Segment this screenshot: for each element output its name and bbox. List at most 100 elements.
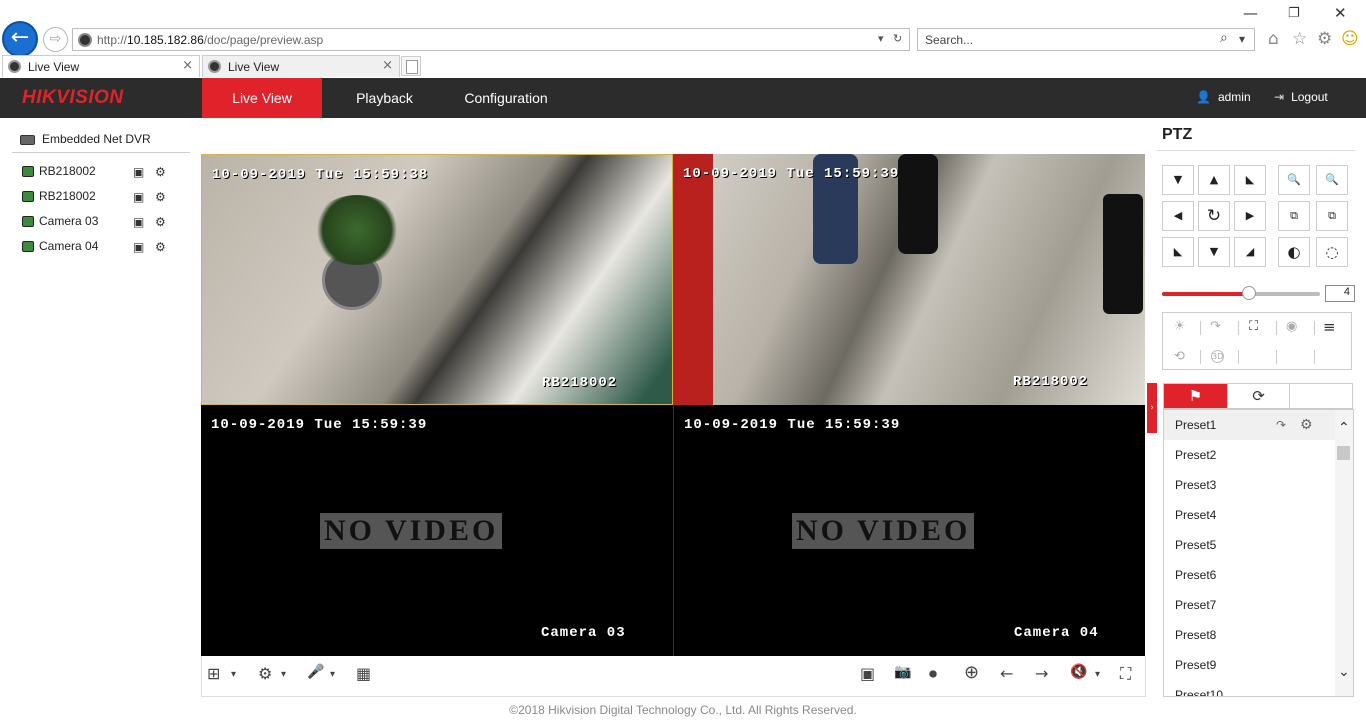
camera-item[interactable]: RB218002 — [22, 189, 96, 203]
back-button[interactable]: ← — [2, 21, 38, 57]
search-dropdown-icon[interactable]: ▾ — [1239, 32, 1245, 46]
mic-dropdown-icon[interactable]: ▾ — [330, 669, 335, 680]
address-bar[interactable]: http://10.185.182.86/doc/page/preview.as… — [72, 28, 910, 51]
audio-mute-icon[interactable]: 🔇 — [1070, 664, 1087, 680]
pattern-tab[interactable] — [1290, 384, 1353, 408]
nav-live-view[interactable]: Live View — [202, 78, 322, 118]
address-dropdown-icon[interactable]: ▾ — [878, 32, 884, 45]
manual-tracking-icon[interactable]: ⟲ — [1174, 349, 1185, 364]
next-page-icon[interactable]: → — [1035, 664, 1048, 683]
preset-item[interactable]: Preset5 — [1164, 530, 1336, 560]
speed-slider-knob[interactable] — [1241, 286, 1256, 300]
ptz-up-button[interactable]: ▲ — [1198, 165, 1230, 195]
window-layout-icon[interactable]: ⊞ — [207, 664, 220, 683]
feedback-smiley-icon[interactable]: ☺ — [1341, 29, 1359, 49]
focus-near-icon[interactable]: ⧉ — [1278, 201, 1310, 231]
preset-item[interactable]: Preset10 — [1164, 680, 1336, 696]
refresh-icon[interactable]: ↻ — [893, 32, 902, 45]
preset-item[interactable]: Preset3 — [1164, 470, 1336, 500]
microphone-icon[interactable]: 🎤 — [307, 664, 324, 680]
tab-close-icon[interactable]: × — [382, 58, 393, 73]
window-close-icon[interactable]: ✕ — [1334, 4, 1347, 22]
preset-item[interactable]: Preset9 — [1164, 650, 1336, 680]
preset-item[interactable]: Preset8 — [1164, 620, 1336, 650]
favorites-star-icon[interactable]: ☆ — [1292, 29, 1307, 49]
auxiliary-focus-icon[interactable]: ⛶ — [1249, 319, 1258, 334]
ptz-left-button[interactable]: ◀ — [1162, 201, 1194, 231]
tab-close-icon[interactable]: × — [182, 58, 193, 73]
minimize-icon[interactable]: — — [1243, 4, 1258, 22]
snapshot-icon[interactable]: 📷 — [894, 664, 911, 680]
camera-item[interactable]: Camera 04 — [22, 239, 98, 253]
ptz-down-button[interactable]: ▼ — [1198, 237, 1230, 267]
scroll-up-icon[interactable]: ⌃ — [1338, 420, 1350, 436]
ptz-right-up-button[interactable]: ◣ — [1234, 165, 1266, 195]
user-menu[interactable]: 👤 admin — [1196, 90, 1251, 104]
nav-configuration[interactable]: Configuration — [452, 78, 560, 118]
light-icon[interactable]: ☀ — [1174, 319, 1186, 334]
audio-dropdown-icon[interactable]: ▾ — [1095, 669, 1100, 680]
capture-icon[interactable]: ▦ — [356, 664, 371, 683]
browser-tab-2[interactable]: Live View × — [202, 55, 400, 77]
patrol-tab[interactable]: ⟳ — [1227, 384, 1290, 408]
zoom-out-icon[interactable]: 🔍 — [1278, 165, 1310, 195]
stream-dropdown-icon[interactable]: ▾ — [281, 669, 286, 680]
call-preset-icon[interactable]: ↷ — [1276, 410, 1286, 440]
collapse-ptz-button[interactable]: › — [1147, 383, 1157, 433]
ptz-icon[interactable]: ⚙ — [155, 215, 166, 229]
browser-tab-1[interactable]: Live View × — [2, 55, 200, 77]
previous-page-icon[interactable]: ← — [1000, 664, 1013, 683]
record-icon[interactable]: ▣ — [133, 190, 144, 204]
layout-dropdown-icon[interactable]: ▾ — [231, 669, 236, 680]
3d-positioning-icon[interactable]: 3D — [1211, 350, 1224, 363]
scroll-down-icon[interactable]: ⌄ — [1338, 664, 1350, 680]
ptz-icon[interactable]: ⚙ — [155, 190, 166, 204]
wiper-icon[interactable]: ↷ — [1210, 319, 1221, 334]
ptz-icon[interactable]: ⚙ — [155, 240, 166, 254]
record-all-icon[interactable]: ⏺ — [929, 664, 937, 684]
ptz-speed-slider[interactable] — [1162, 286, 1320, 300]
ptz-left-down-button[interactable]: ◣ — [1162, 237, 1194, 267]
set-preset-icon[interactable]: ⚙ — [1300, 410, 1313, 440]
preset-item[interactable]: Preset4 — [1164, 500, 1336, 530]
video-tile-3[interactable]: 10-09-2019 Tue 15:59:39 NO VIDEO Camera … — [201, 405, 673, 656]
logout-button[interactable]: ⇥ Logout — [1274, 90, 1328, 104]
more-settings-icon[interactable]: ≡ — [1323, 318, 1336, 336]
iris-close-icon[interactable]: ◌ — [1316, 237, 1348, 267]
search-box[interactable]: Search... ⌕ ▾ — [917, 28, 1255, 51]
record-icon[interactable]: ▣ — [133, 240, 144, 254]
restore-icon[interactable]: ❐ — [1288, 6, 1300, 21]
nav-playback[interactable]: Playback — [342, 78, 427, 118]
video-tile-4[interactable]: 10-09-2019 Tue 15:59:39 NO VIDEO Camera … — [673, 405, 1145, 656]
device-tree-root[interactable]: Embedded Net DVR — [20, 132, 151, 146]
scroll-thumb[interactable] — [1337, 446, 1350, 460]
ptz-icon[interactable]: ⚙ — [155, 165, 166, 179]
forward-button[interactable]: ⇨ — [43, 27, 68, 52]
address-url[interactable]: http://10.185.182.86/doc/page/preview.as… — [97, 33, 323, 47]
video-tile-2[interactable]: 10-09-2019 Tue 15:59:39 RB218002 — [673, 154, 1145, 405]
home-icon[interactable]: ⌂ — [1268, 29, 1279, 49]
stop-all-icon[interactable]: ▣ — [860, 664, 875, 683]
ptz-right-button[interactable]: ▶ — [1234, 201, 1266, 231]
new-tab-button[interactable] — [401, 56, 421, 76]
preset-item[interactable]: Preset7 — [1164, 590, 1336, 620]
digital-zoom-icon[interactable]: ⊕ — [964, 662, 979, 683]
camera-item[interactable]: Camera 03 — [22, 214, 98, 228]
ptz-auto-scan-button[interactable]: ↻ — [1198, 201, 1230, 231]
preset-item[interactable]: Preset2 — [1164, 440, 1336, 470]
ptz-left-up-button[interactable]: ▼ — [1162, 165, 1194, 195]
zoom-in-icon[interactable]: 🔍 — [1316, 165, 1348, 195]
video-tile-1[interactable]: 10-09-2019 Tue 15:59:38 RB218002 — [201, 154, 673, 405]
tools-gear-icon[interactable]: ⚙ — [1317, 29, 1332, 49]
stream-type-icon[interactable]: ⚙ — [258, 664, 272, 683]
preset-item[interactable]: Preset6 — [1164, 560, 1336, 590]
search-icon[interactable]: ⌕ — [1220, 30, 1228, 46]
ptz-right-down-button[interactable]: ◢ — [1234, 237, 1266, 267]
preset-tab[interactable]: ⚑ — [1164, 384, 1227, 408]
camera-item[interactable]: RB218002 — [22, 164, 96, 178]
record-icon[interactable]: ▣ — [133, 215, 144, 229]
preset-item[interactable]: Preset1 ↷ ⚙ — [1164, 410, 1336, 440]
iris-open-icon[interactable]: ◐ — [1278, 237, 1310, 267]
lens-init-icon[interactable]: ◉ — [1286, 319, 1297, 334]
record-icon[interactable]: ▣ — [133, 165, 144, 179]
